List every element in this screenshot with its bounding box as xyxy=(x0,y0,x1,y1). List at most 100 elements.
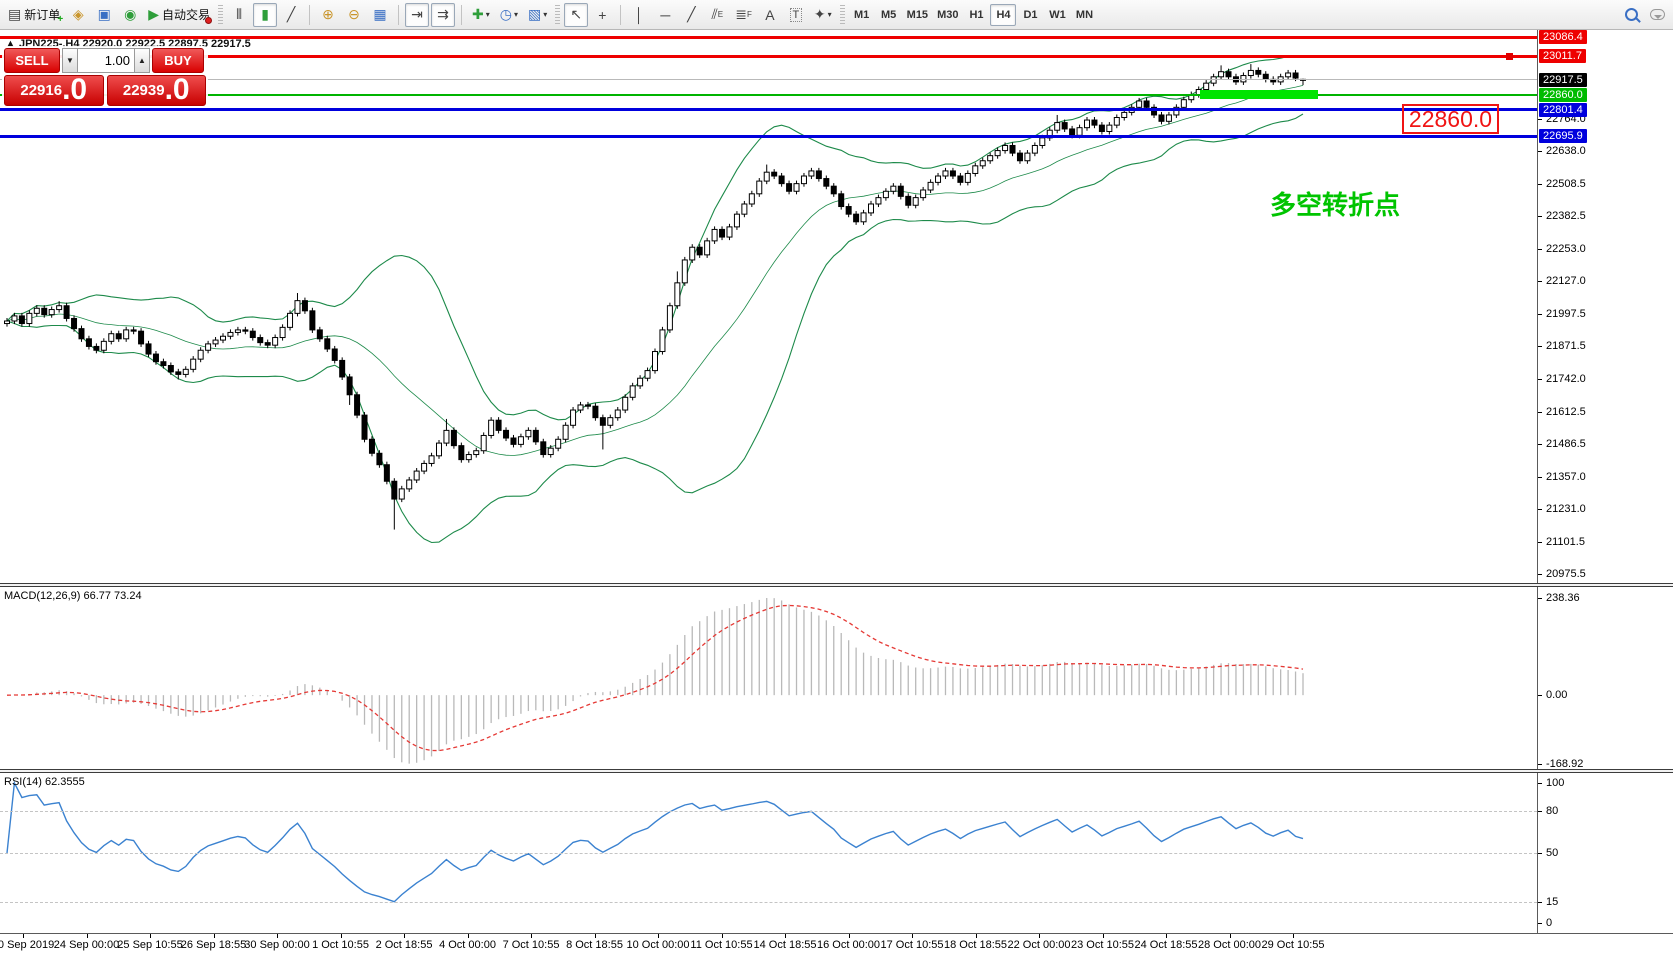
auto-trading-icon: ▶ xyxy=(148,6,159,23)
trendline-marker[interactable] xyxy=(1506,53,1513,60)
time-tick xyxy=(785,934,786,938)
search-icon[interactable] xyxy=(1619,3,1643,27)
time-tick xyxy=(87,934,88,938)
time-tick xyxy=(150,934,151,938)
macd-chart xyxy=(0,587,1537,769)
time-tick xyxy=(976,934,977,938)
timeframe-h1[interactable]: H1 xyxy=(963,4,989,26)
trendline-button[interactable]: ╱ xyxy=(679,3,703,27)
time-label: 23 Oct 10:55 xyxy=(1071,939,1134,951)
price-annotation[interactable]: 22860.0 xyxy=(1402,104,1499,134)
timeframe-group: M1M5M15M30H1H4D1W1MN xyxy=(849,4,1098,26)
price-level-box: 23086.4 xyxy=(1539,30,1587,44)
time-label: 7 Oct 10:55 xyxy=(503,939,560,951)
vertical-line-button[interactable]: │ xyxy=(627,3,651,27)
timeframe-d1[interactable]: D1 xyxy=(1017,4,1043,26)
price-tick xyxy=(1538,444,1542,445)
horizontal-line-button[interactable]: ─ xyxy=(653,3,677,27)
price-line xyxy=(0,79,1537,80)
timeframe-m30[interactable]: M30 xyxy=(933,4,962,26)
signals-icon[interactable]: ◉ xyxy=(118,3,142,27)
time-tick xyxy=(277,934,278,938)
price-line xyxy=(0,55,1537,58)
timeframe-h4[interactable]: H4 xyxy=(990,4,1016,26)
main-chart-panel[interactable]: ▲ JPN225-,H4 22920.0 22922.5 22897.5 229… xyxy=(0,30,1537,583)
arrows-button[interactable]: ✦▾ xyxy=(810,3,836,27)
price-level-box: 22917.5 xyxy=(1539,73,1587,87)
text-button[interactable]: A xyxy=(758,3,782,27)
time-tick xyxy=(912,934,913,938)
zoom-out-button[interactable]: ⊖ xyxy=(342,3,366,27)
line-chart-button[interactable]: ╱ xyxy=(279,3,303,27)
time-tick xyxy=(722,934,723,938)
templates-button[interactable]: ▧▾ xyxy=(524,3,551,27)
crosshair-button[interactable]: + xyxy=(590,3,614,27)
rsi-tick xyxy=(1538,902,1542,903)
fibonacci-button[interactable]: ≣F xyxy=(731,3,756,27)
time-tick xyxy=(1166,934,1167,938)
timeframe-w1[interactable]: W1 xyxy=(1044,4,1070,26)
chat-icon[interactable] xyxy=(1645,3,1669,27)
highlight-bar[interactable] xyxy=(1200,90,1318,99)
price-tick xyxy=(1538,509,1542,510)
text-label-button[interactable]: T xyxy=(784,3,808,27)
cursor-button[interactable]: ↖ xyxy=(564,3,588,27)
price-tick xyxy=(1538,184,1542,185)
sell-button[interactable]: SELL xyxy=(4,48,60,73)
rsi-label: RSI(14) 62.3555 xyxy=(4,776,85,788)
timeframe-m15[interactable]: M15 xyxy=(903,4,932,26)
macd-tick xyxy=(1538,598,1542,599)
time-label: 14 Oct 18:55 xyxy=(754,939,817,951)
tile-windows-button[interactable]: ▦ xyxy=(368,3,392,27)
toolbar: ▤ + 新订单 ◈ ▣ ◉ ▶ 自动交易 ⫴ ▮ ╱ ⊕ ⊖ ▦ ⇥ ⇉ ✚▾ … xyxy=(0,0,1673,30)
new-chart-icon[interactable]: ◈ xyxy=(66,3,90,27)
periods-button[interactable]: ◷▾ xyxy=(496,3,522,27)
panel-splitter[interactable] xyxy=(0,583,1673,587)
time-label: 30 Sep 00:00 xyxy=(244,939,309,951)
auto-scroll-button[interactable]: ⇥ xyxy=(405,3,429,27)
rsi-tick xyxy=(1538,853,1542,854)
timeframe-mn[interactable]: MN xyxy=(1071,4,1097,26)
price-level-box: 22695.9 xyxy=(1539,129,1587,143)
indicators-button[interactable]: ✚▾ xyxy=(468,3,494,27)
time-tick xyxy=(531,934,532,938)
time-tick xyxy=(404,934,405,938)
time-tick xyxy=(595,934,596,938)
new-order-button[interactable]: ▤ + 新订单 xyxy=(4,3,64,27)
volume-increase-button[interactable]: ▲ xyxy=(134,48,150,73)
auto-trading-button[interactable]: ▶ 自动交易 xyxy=(144,3,214,27)
time-label: 2 Oct 18:55 xyxy=(376,939,433,951)
time-tick xyxy=(658,934,659,938)
price-tick-label: 21357.0 xyxy=(1546,471,1586,483)
rsi-tick xyxy=(1538,783,1542,784)
time-axis[interactable]: 20 Sep 201924 Sep 00:0025 Sep 10:5526 Se… xyxy=(0,933,1673,955)
note-annotation[interactable]: 多空转折点 xyxy=(1270,185,1400,222)
chart-window: ▲ JPN225-,H4 22920.0 22922.5 22897.5 229… xyxy=(0,30,1673,955)
buy-price-panel[interactable]: 22939 .0 xyxy=(107,75,207,106)
price-tick-label: 22253.0 xyxy=(1546,243,1586,255)
buy-button[interactable]: BUY xyxy=(152,48,204,73)
time-label: 24 Sep 00:00 xyxy=(54,939,119,951)
sell-price-panel[interactable]: 22916 .0 xyxy=(4,75,104,106)
channel-button[interactable]: ⫽E xyxy=(705,3,729,27)
chart-shift-button[interactable]: ⇉ xyxy=(431,3,455,27)
price-tick xyxy=(1538,281,1542,282)
volume-decrease-button[interactable]: ▼ xyxy=(62,48,78,73)
timeframe-m1[interactable]: M1 xyxy=(849,4,875,26)
toolbar-grip xyxy=(218,5,223,25)
price-tick xyxy=(1538,119,1542,120)
rsi-panel[interactable]: RSI(14) 62.3555 xyxy=(0,773,1537,933)
panel-splitter[interactable] xyxy=(0,769,1673,773)
time-tick xyxy=(214,934,215,938)
bar-chart-button[interactable]: ⫴ xyxy=(227,3,251,27)
price-axis[interactable]: 22764.022638.022508.522382.522253.022127… xyxy=(1537,30,1673,933)
time-label: 28 Oct 00:00 xyxy=(1198,939,1261,951)
candlestick-chart[interactable] xyxy=(0,30,1537,583)
time-label: 26 Sep 18:55 xyxy=(181,939,246,951)
terminal-icon[interactable]: ▣ xyxy=(92,3,116,27)
zoom-in-button[interactable]: ⊕ xyxy=(316,3,340,27)
timeframe-m5[interactable]: M5 xyxy=(876,4,902,26)
volume-input[interactable] xyxy=(78,48,134,73)
macd-panel[interactable]: MACD(12,26,9) 66.77 73.24 xyxy=(0,587,1537,769)
candlestick-button[interactable]: ▮ xyxy=(253,3,277,27)
